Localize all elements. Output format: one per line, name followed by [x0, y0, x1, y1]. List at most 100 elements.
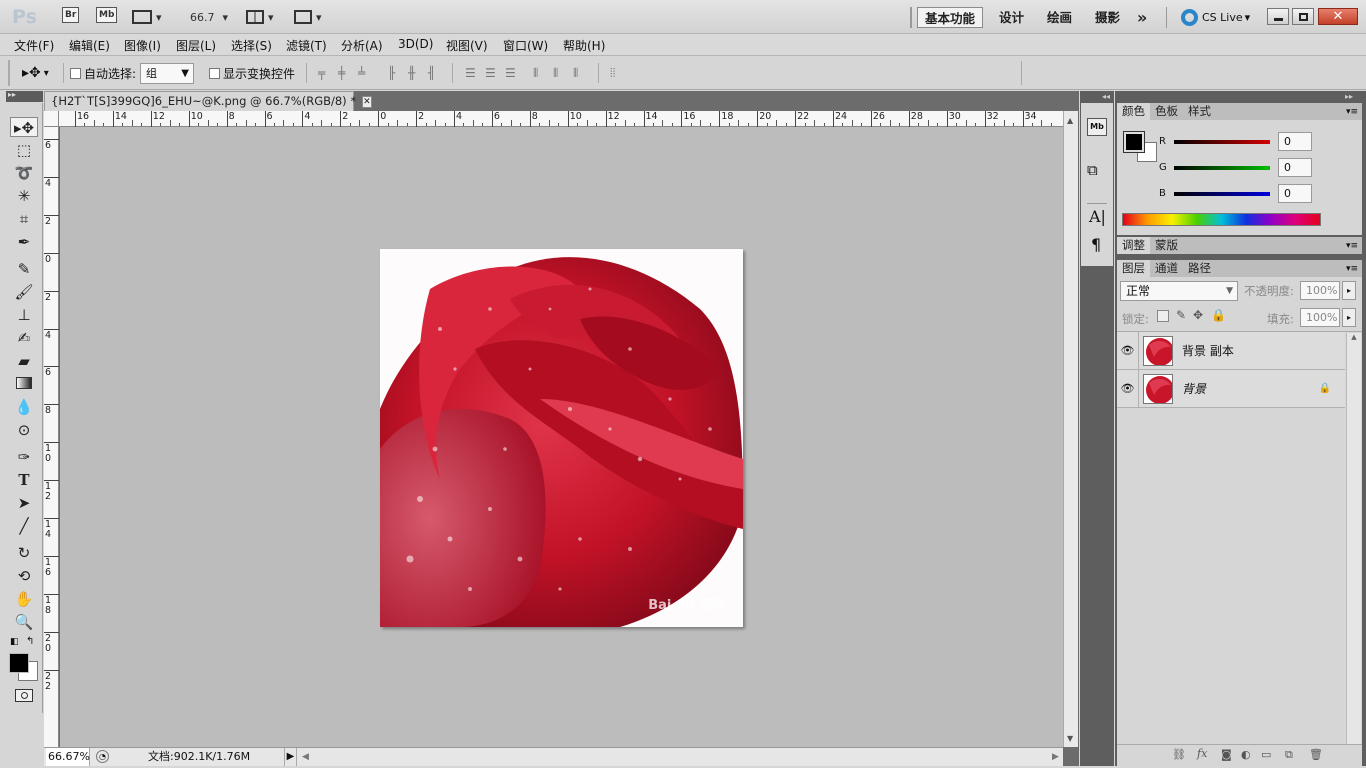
- clone-stamp-tool-icon[interactable]: ⊥: [10, 305, 38, 325]
- restore-button[interactable]: [1292, 8, 1314, 25]
- lock-position-icon[interactable]: ✥: [1193, 308, 1203, 322]
- opacity-slider-button[interactable]: ▸: [1342, 281, 1356, 300]
- tab-swatches[interactable]: 色板: [1150, 103, 1183, 120]
- distribute-right-icon[interactable]: ⦀: [573, 66, 587, 80]
- tab-paths[interactable]: 路径: [1183, 260, 1216, 277]
- tool-preset-picker[interactable]: ▸✥ ▾: [22, 65, 49, 81]
- brush-tool-icon[interactable]: 🖌: [10, 282, 38, 302]
- lasso-tool-icon[interactable]: ➰: [10, 163, 38, 183]
- path-selection-tool-icon[interactable]: ➤: [10, 493, 38, 513]
- workspace-design[interactable]: 设计: [992, 7, 1031, 28]
- distribute-vcenter-icon[interactable]: ☰: [485, 66, 499, 80]
- close-tab-icon[interactable]: ✕: [362, 95, 372, 108]
- blur-tool-icon[interactable]: 💧: [10, 397, 38, 417]
- lock-transparent-pixels-icon[interactable]: [1157, 310, 1169, 322]
- blue-value-field[interactable]: 0: [1278, 184, 1312, 203]
- scroll-up-icon[interactable]: ▲: [1347, 333, 1361, 341]
- character-panel-icon[interactable]: A|: [1089, 207, 1106, 226]
- dodge-tool-icon[interactable]: ⊙: [10, 420, 38, 440]
- more-workspaces-button[interactable]: »: [1130, 7, 1154, 28]
- lock-image-pixels-icon[interactable]: ✎: [1176, 308, 1186, 322]
- paragraph-panel-icon[interactable]: ¶: [1091, 235, 1101, 254]
- fill-field[interactable]: 100%: [1300, 308, 1340, 327]
- cs-live-button[interactable]: CS Live ▾: [1181, 8, 1250, 26]
- menu-file[interactable]: 文件(F): [14, 37, 54, 54]
- ruler-origin[interactable]: [44, 111, 59, 127]
- quick-mask-icon[interactable]: [15, 689, 33, 702]
- panel-menu-icon[interactable]: ▾≡: [1346, 241, 1358, 251]
- arrange-documents-button[interactable]: ▾: [246, 7, 274, 27]
- 3d-orbit-tool-icon[interactable]: ⟲: [10, 566, 38, 586]
- menu-select[interactable]: 选择(S): [231, 37, 272, 54]
- close-window-button[interactable]: ✕: [1318, 8, 1358, 25]
- tools-panel-header[interactable]: ▸▸: [6, 90, 43, 102]
- new-group-icon[interactable]: ▭: [1261, 748, 1271, 761]
- layer-visibility-eye-icon[interactable]: 👁: [1117, 331, 1139, 370]
- distribute-bottom-icon[interactable]: ☰: [505, 66, 519, 80]
- tab-color[interactable]: 颜色: [1117, 103, 1150, 120]
- minimize-button[interactable]: [1267, 8, 1289, 25]
- panel-menu-icon[interactable]: ▾≡: [1346, 107, 1358, 117]
- marquee-tool-icon[interactable]: ⬚: [10, 140, 38, 160]
- distribute-top-icon[interactable]: ☰: [465, 66, 479, 80]
- link-layers-icon[interactable]: ⛓: [1172, 748, 1186, 761]
- red-slider[interactable]: [1174, 139, 1270, 144]
- green-value-field[interactable]: 0: [1278, 158, 1312, 177]
- foreground-color-swatch[interactable]: [9, 653, 29, 673]
- menu-layer[interactable]: 图层(L): [176, 37, 216, 54]
- swap-colors-icon[interactable]: ↰: [26, 636, 34, 647]
- bridge-button[interactable]: Br: [62, 7, 80, 27]
- hand-tool-icon[interactable]: ✋: [10, 589, 38, 609]
- vertical-scrollbar[interactable]: ▲ ▼: [1063, 111, 1078, 747]
- 3d-rotate-tool-icon[interactable]: ↻: [10, 543, 38, 563]
- layers-scrollbar[interactable]: ▲: [1346, 333, 1361, 745]
- document-image[interactable]: Bai du 百科: [380, 249, 743, 627]
- tab-masks[interactable]: 蒙版: [1150, 237, 1183, 254]
- layer-visibility-eye-icon[interactable]: 👁: [1117, 369, 1139, 408]
- red-value-field[interactable]: 0: [1278, 132, 1312, 151]
- blue-slider[interactable]: [1174, 191, 1270, 196]
- align-left-icon[interactable]: ╟: [388, 66, 402, 80]
- tab-styles[interactable]: 样式: [1183, 103, 1216, 120]
- layer-row-background[interactable]: 👁 背景 🔒: [1117, 369, 1345, 408]
- zoom-tool-icon[interactable]: 🔍: [10, 612, 38, 632]
- green-slider[interactable]: [1174, 165, 1270, 170]
- add-mask-icon[interactable]: ◙: [1221, 748, 1232, 761]
- auto-align-layers-icon[interactable]: ⦙⦙: [610, 66, 624, 80]
- show-transform-controls-checkbox[interactable]: 显示变换控件: [209, 65, 295, 82]
- eraser-tool-icon[interactable]: ▰: [10, 351, 38, 371]
- zoom-level-select[interactable]: 66.7 ▾: [190, 7, 228, 27]
- mini-bridge-button[interactable]: Mb: [96, 7, 118, 27]
- scroll-up-icon[interactable]: ▲: [1067, 116, 1073, 125]
- tab-adjustments[interactable]: 调整: [1117, 237, 1150, 254]
- move-tool-icon[interactable]: ▸✥: [10, 117, 38, 137]
- canvas-pasteboard[interactable]: Bai du 百科: [60, 127, 1063, 747]
- lock-all-icon[interactable]: 🔒: [1211, 308, 1226, 322]
- blend-mode-dropdown[interactable]: 正常 ▼: [1120, 281, 1238, 301]
- horizontal-ruler[interactable]: 16 14 12 10 8 6 4 2 0 2 4 6 8 10 12 14 16 18 20 22 24 26 28 30 3…: [59, 111, 1063, 127]
- menu-help[interactable]: 帮助(H): [563, 37, 605, 54]
- menu-3d[interactable]: 3D(D): [398, 37, 433, 51]
- delete-layer-icon[interactable]: 🗑: [1309, 748, 1323, 761]
- align-right-icon[interactable]: ╢: [428, 66, 442, 80]
- crop-tool-icon[interactable]: ⌗: [10, 209, 38, 229]
- status-menu-arrow[interactable]: ▶: [284, 748, 297, 766]
- new-layer-icon[interactable]: ⧉: [1285, 748, 1293, 762]
- scroll-down-icon[interactable]: ▼: [1067, 734, 1073, 743]
- menu-window[interactable]: 窗口(W): [503, 37, 548, 54]
- menu-filter[interactable]: 滤镜(T): [286, 37, 327, 54]
- menu-analysis[interactable]: 分析(A): [341, 37, 383, 54]
- fill-slider-button[interactable]: ▸: [1342, 308, 1356, 327]
- vertical-ruler[interactable]: 6 4 2 0 2 4 6 8 10 12 14 16 18 20 22: [44, 127, 59, 747]
- menu-view[interactable]: 视图(V): [446, 37, 488, 54]
- expand-panels-icon[interactable]: ▸▸: [1345, 92, 1353, 101]
- align-top-icon[interactable]: ╤: [318, 66, 332, 80]
- eyedropper-tool-icon[interactable]: ✒: [10, 232, 38, 252]
- align-bottom-icon[interactable]: ╧: [358, 66, 372, 80]
- pen-tool-icon[interactable]: ✑: [10, 447, 38, 467]
- workspace-essentials[interactable]: 基本功能: [917, 7, 984, 28]
- zoom-field[interactable]: 66.67%: [46, 748, 90, 766]
- magic-wand-tool-icon[interactable]: ✳: [10, 186, 38, 206]
- scroll-right-icon[interactable]: ▶: [1052, 748, 1059, 766]
- history-brush-tool-icon[interactable]: ✍: [10, 328, 38, 348]
